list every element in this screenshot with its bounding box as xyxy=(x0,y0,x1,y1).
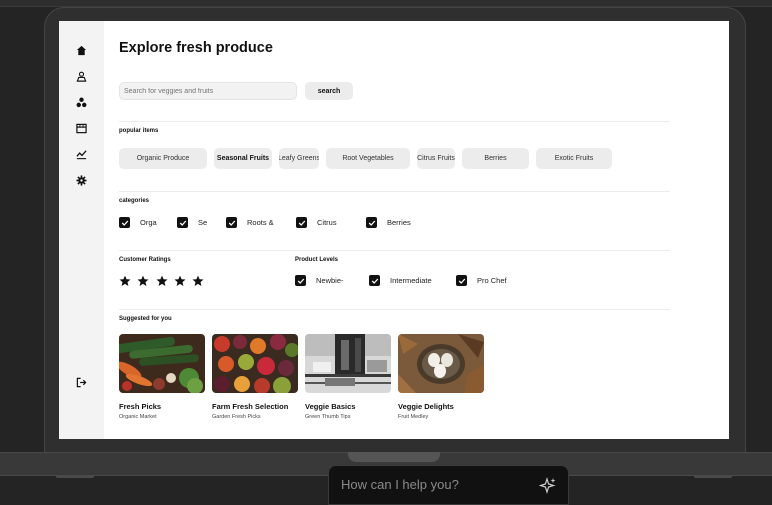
suggestion-card[interactable]: Veggie Basics Green Thumb Tips xyxy=(305,334,391,420)
popular-items-label: popular items xyxy=(119,128,159,134)
checkbox-checked-icon[interactable] xyxy=(295,275,306,286)
user-icon[interactable] xyxy=(73,68,89,84)
category-label: Berries xyxy=(387,218,411,227)
category-checkbox-organic[interactable]: Orga xyxy=(119,217,172,228)
chip-root-vegetables[interactable]: Root Vegetables xyxy=(326,148,410,169)
star-icon[interactable] xyxy=(119,275,131,287)
card-subtitle: Green Thumb Tips xyxy=(305,414,351,420)
level-label: Intermediate xyxy=(390,276,432,285)
card-image[interactable] xyxy=(119,334,205,393)
card-subtitle: Organic Market xyxy=(119,414,157,420)
card-subtitle: Garden Fresh Picks xyxy=(212,414,261,420)
suggestion-card[interactable]: Fresh Picks Organic Market xyxy=(119,334,205,420)
category-checkbox-roots[interactable]: Roots & xyxy=(226,217,287,228)
main-content: Explore fresh produce search popular ite… xyxy=(104,21,729,439)
checkbox-checked-icon[interactable] xyxy=(369,275,380,286)
laptop-foot-right xyxy=(694,475,732,478)
customer-ratings-label: Customer Ratings xyxy=(119,257,171,263)
laptop-foot-left xyxy=(56,475,94,478)
star-icon[interactable] xyxy=(137,275,149,287)
star-icon[interactable] xyxy=(174,275,186,287)
shapes-icon[interactable] xyxy=(73,94,89,110)
card-title: Farm Fresh Selection xyxy=(212,402,289,411)
app-screen: Explore fresh produce search popular ite… xyxy=(59,21,729,439)
card-title: Veggie Basics xyxy=(305,402,356,411)
level-checkbox-pro-chef[interactable]: Pro Chef xyxy=(456,275,537,286)
level-label: Newbie- xyxy=(316,276,344,285)
assistant-prompt-bar[interactable]: How can I help you? xyxy=(328,465,569,505)
card-title: Veggie Delights xyxy=(398,402,454,411)
checkbox-checked-icon[interactable] xyxy=(177,217,188,228)
divider xyxy=(119,191,670,192)
page-title: Explore fresh produce xyxy=(119,40,273,56)
checkbox-checked-icon[interactable] xyxy=(366,217,377,228)
chip-leafy-greens[interactable]: Leafy Greens xyxy=(279,148,319,169)
chart-icon[interactable] xyxy=(73,146,89,162)
suggestion-card[interactable]: Farm Fresh Selection Garden Fresh Picks xyxy=(212,334,298,420)
level-checkbox-intermediate[interactable]: Intermediate xyxy=(369,275,450,286)
checkbox-checked-icon[interactable] xyxy=(296,217,307,228)
chip-exotic-fruits[interactable]: Exotic Fruits xyxy=(536,148,612,169)
category-checkbox-berries[interactable]: Berries xyxy=(366,217,427,228)
sparkle-icon[interactable] xyxy=(539,477,557,495)
categories-label: categories xyxy=(119,198,150,204)
chip-organic-produce[interactable]: Organic Produce xyxy=(119,148,207,169)
product-levels-label: Product Levels xyxy=(295,257,339,263)
level-label: Pro Chef xyxy=(477,276,507,285)
category-label: Orga xyxy=(140,218,157,227)
suggestion-card[interactable]: Veggie Delights Fruit Medley xyxy=(398,334,484,420)
card-image[interactable] xyxy=(398,334,484,393)
laptop-notch xyxy=(348,452,440,462)
sidebar xyxy=(59,21,104,439)
checkbox-checked-icon[interactable] xyxy=(119,217,130,228)
category-checkbox-seasonal[interactable]: Se xyxy=(177,217,230,228)
divider xyxy=(119,250,670,251)
card-image[interactable] xyxy=(305,334,391,393)
checkbox-checked-icon[interactable] xyxy=(456,275,467,286)
category-label: Citrus xyxy=(317,218,337,227)
chip-seasonal-fruits[interactable]: Seasonal Fruits xyxy=(214,148,272,169)
chip-berries[interactable]: Berries xyxy=(462,148,529,169)
star-icon[interactable] xyxy=(156,275,168,287)
level-checkbox-newbie[interactable]: Newbie- xyxy=(295,275,360,286)
card-subtitle: Fruit Medley xyxy=(398,414,429,420)
divider xyxy=(119,121,670,122)
search-input[interactable] xyxy=(119,82,297,100)
suggested-label: Suggested for you xyxy=(119,316,172,322)
checkbox-checked-icon[interactable] xyxy=(226,217,237,228)
star-icon[interactable] xyxy=(192,275,204,287)
store-icon[interactable] xyxy=(73,120,89,136)
home-icon[interactable] xyxy=(73,42,89,58)
category-checkbox-citrus[interactable]: Citrus xyxy=(296,217,357,228)
search-button[interactable]: search xyxy=(305,82,353,100)
chip-citrus-fruits[interactable]: Citrus Fruits xyxy=(417,148,455,169)
logout-icon[interactable] xyxy=(73,374,89,390)
top-bar xyxy=(0,0,772,7)
gear-icon[interactable] xyxy=(73,172,89,188)
assistant-input[interactable]: How can I help you? xyxy=(341,477,459,492)
category-label: Roots & xyxy=(247,218,274,227)
divider xyxy=(119,309,670,310)
card-title: Fresh Picks xyxy=(119,402,162,411)
card-image[interactable] xyxy=(212,334,298,393)
